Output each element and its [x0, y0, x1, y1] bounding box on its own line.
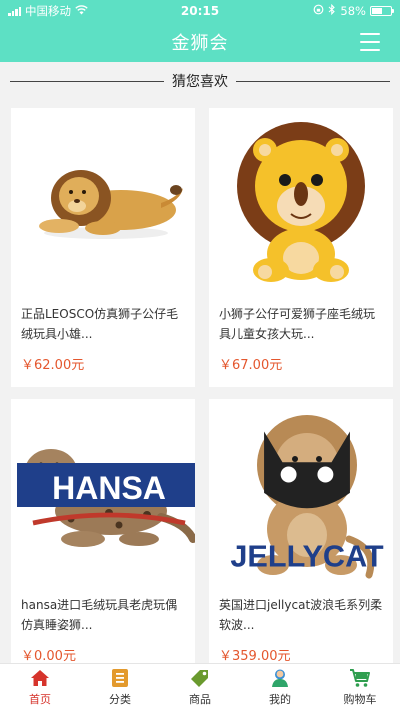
- product-grid: 正品LEOSCO仿真狮子公仔毛绒玩具小雄... ￥62.00元 小狮子公仔可爱狮…: [11, 108, 393, 678]
- tab-goods-label: 商品: [189, 692, 211, 706]
- lying-lion-plush-image: [11, 108, 195, 296]
- tab-mine-label: 我的: [269, 692, 291, 706]
- home-icon: [29, 668, 51, 688]
- product-card[interactable]: JELLYCAT 英国进口jellycat波浪毛系列柔软波... ￥359.00…: [209, 399, 393, 678]
- wifi-icon: [75, 4, 88, 18]
- product-image-cartoon-lion[interactable]: [209, 108, 393, 296]
- nav-bar: 金狮会: [0, 22, 400, 62]
- status-time: 20:15: [180, 4, 220, 18]
- tab-cart-label: 购物车: [343, 692, 377, 706]
- product-name[interactable]: 小狮子公仔可爱狮子座毛绒玩具儿童女孩大玩...: [209, 296, 393, 346]
- top-header-area: 中国移动 20:15 58% 金狮会: [0, 0, 400, 62]
- status-right: 58%: [262, 3, 394, 18]
- tab-home[interactable]: 首页: [0, 664, 80, 710]
- product-name[interactable]: 英国进口jellycat波浪毛系列柔软波...: [209, 587, 393, 637]
- jellycat-logo-text: JELLYCAT: [230, 539, 384, 573]
- section-header: 猜您喜欢: [10, 70, 390, 92]
- tab-category-label: 分类: [109, 692, 131, 706]
- tag-icon: [189, 668, 211, 688]
- product-image-jellycat-lion[interactable]: JELLYCAT: [209, 399, 393, 587]
- battery-percent: 58%: [340, 4, 366, 18]
- status-bar: 中国移动 20:15 58%: [0, 0, 400, 22]
- bluetooth-icon: [328, 3, 336, 18]
- carrier-name: 中国移动: [25, 4, 71, 18]
- product-image-lying-lion[interactable]: [11, 108, 195, 296]
- tab-category[interactable]: 分类: [80, 664, 160, 710]
- hamburger-menu-icon[interactable]: [360, 33, 380, 51]
- hansa-logo: HANSA: [17, 405, 195, 593]
- hansa-logo-text: HANSA: [52, 470, 166, 506]
- product-card[interactable]: HANSA hansa进口毛绒玩具老虎玩偶仿真睡姿狮... ￥0.00元: [11, 399, 195, 678]
- signal-icon: [8, 6, 21, 16]
- cart-icon: [349, 668, 371, 688]
- product-name[interactable]: hansa进口毛绒玩具老虎玩偶仿真睡姿狮...: [11, 587, 195, 637]
- tab-goods[interactable]: 商品: [160, 664, 240, 710]
- user-icon: [269, 668, 291, 688]
- status-left: 中国移动: [8, 3, 138, 19]
- page-title: 金狮会: [171, 33, 229, 54]
- product-card[interactable]: 正品LEOSCO仿真狮子公仔毛绒玩具小雄... ￥62.00元: [11, 108, 195, 387]
- product-image-leopard[interactable]: HANSA: [11, 399, 195, 587]
- tab-cart[interactable]: 购物车: [320, 664, 400, 710]
- tab-home-label: 首页: [29, 692, 51, 706]
- section-title: 猜您喜欢: [172, 74, 228, 90]
- divider-right: [236, 80, 390, 82]
- category-icon: [109, 668, 131, 688]
- product-price: ￥62.00元: [21, 358, 85, 373]
- orientation-lock-icon: [313, 4, 324, 18]
- tab-mine[interactable]: 我的: [240, 664, 320, 710]
- cartoon-lion-plush-image: [209, 108, 393, 296]
- product-name[interactable]: 正品LEOSCO仿真狮子公仔毛绒玩具小雄...: [11, 296, 195, 346]
- bottom-tab-bar: 首页 分类 商品 我的 购物车: [0, 663, 400, 710]
- battery-icon: [369, 6, 394, 16]
- jellycat-logo: JELLYCAT: [215, 405, 393, 593]
- divider-left: [10, 80, 164, 82]
- product-card[interactable]: 小狮子公仔可爱狮子座毛绒玩具儿童女孩大玩... ￥67.00元: [209, 108, 393, 387]
- product-price: ￥67.00元: [219, 358, 283, 373]
